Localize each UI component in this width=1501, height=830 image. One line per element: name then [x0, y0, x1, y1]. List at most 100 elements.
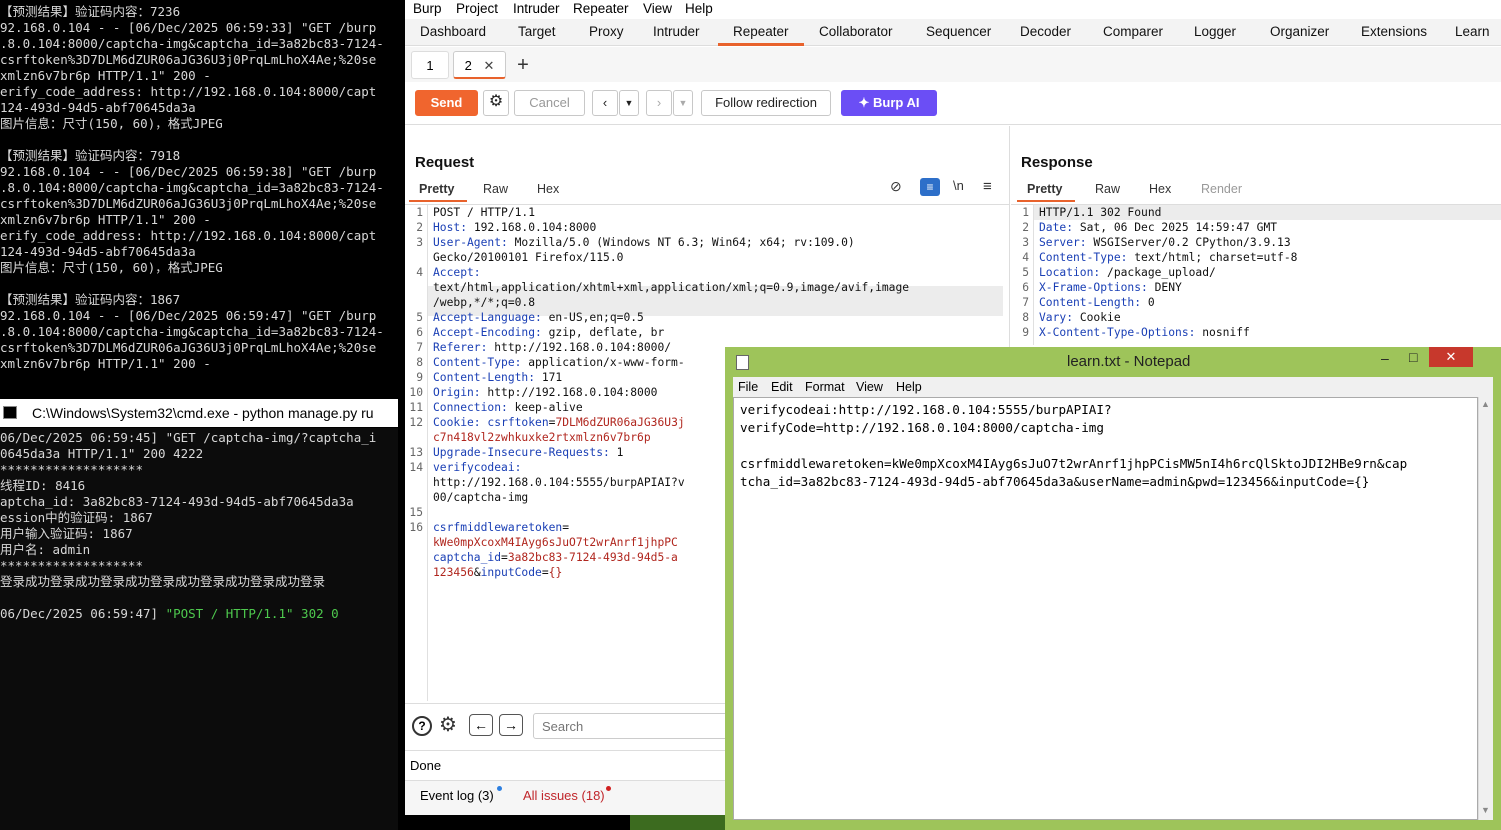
burp-ai-button[interactable]: ✦ Burp AI	[841, 90, 937, 116]
line-number: 8	[416, 356, 423, 369]
menu-view[interactable]: View	[643, 1, 672, 16]
response-tab-underline	[1017, 200, 1075, 202]
line-number: 9	[1022, 326, 1029, 339]
all-issues-link[interactable]: All issues (18)	[523, 788, 605, 803]
close-window-icon[interactable]: ✕	[1429, 347, 1473, 367]
forward-dropdown-button[interactable]: ▼	[673, 90, 693, 116]
terminal-line: 【预测结果】验证码内容：1867	[0, 292, 181, 307]
tab-dashboard[interactable]: Dashboard	[420, 24, 486, 39]
active-tab-indicator	[718, 43, 804, 46]
notepad-titlebar[interactable]: learn.txt - Notepad – □ ✕	[725, 347, 1501, 377]
tab-learn[interactable]: Learn	[1455, 24, 1490, 39]
back-dropdown-button[interactable]: ▼	[619, 90, 639, 116]
tab-collaborator[interactable]: Collaborator	[819, 24, 893, 39]
line-number: 12	[409, 416, 423, 429]
search-settings-gear-icon[interactable]: ⚙	[439, 712, 457, 737]
cancel-button[interactable]: Cancel	[514, 90, 585, 116]
forward-button[interactable]: ›	[646, 90, 672, 116]
terminal-line: 用户输入验证码: 1867	[0, 526, 133, 541]
request-title: Request	[415, 154, 475, 171]
tab-comparer[interactable]: Comparer	[1103, 24, 1163, 39]
line-number: 3	[1022, 236, 1029, 249]
terminal-line: *******************	[0, 558, 143, 573]
np-menu-view[interactable]: View	[856, 380, 883, 394]
follow-redirection-button[interactable]: Follow redirection	[701, 90, 831, 116]
terminal-line: xmlzn6v7br6p HTTP/1.1" 200 -	[0, 356, 211, 371]
request-tab-raw[interactable]: Raw	[483, 182, 508, 196]
search-prev-button[interactable]: ←	[469, 714, 493, 736]
tab-decoder[interactable]: Decoder	[1020, 24, 1071, 39]
response-tab-render[interactable]: Render	[1201, 182, 1242, 196]
terminal-line: 用户名: admin	[0, 542, 91, 557]
wrap-icon[interactable]: ≡	[920, 178, 940, 196]
tab-proxy[interactable]: Proxy	[589, 24, 624, 39]
line-number: 14	[409, 461, 423, 474]
line-number: 4	[416, 266, 423, 279]
np-menu-file[interactable]: File	[738, 380, 758, 394]
request-tab-underline	[409, 200, 467, 202]
np-menu-format[interactable]: Format	[805, 380, 845, 394]
np-menu-help[interactable]: Help	[896, 380, 922, 394]
notepad-scrollbar[interactable]: ▲ ▼	[1478, 397, 1493, 820]
tab-extensions[interactable]: Extensions	[1361, 24, 1427, 39]
tab-sequencer[interactable]: Sequencer	[926, 24, 991, 39]
back-button[interactable]: ‹	[592, 90, 618, 116]
cancel-label: Cancel	[529, 95, 570, 110]
tab-intruder[interactable]: Intruder	[653, 24, 700, 39]
newline-icon[interactable]: \n	[953, 178, 964, 193]
tab-target[interactable]: Target	[518, 24, 556, 39]
tab-repeater[interactable]: Repeater	[733, 24, 789, 39]
response-tab-raw[interactable]: Raw	[1095, 182, 1120, 196]
menu-burp[interactable]: Burp	[413, 1, 442, 16]
menu-project[interactable]: Project	[456, 1, 498, 16]
response-tab-hex[interactable]: Hex	[1149, 182, 1171, 196]
response-editor[interactable]: HTTP/1.1 302 Found Date: Sat, 06 Dec 202…	[1039, 205, 1297, 340]
terminal-line: csrftoken%3D7DLM6dZUR06aJG36U3j0PrqLmLho…	[0, 196, 377, 211]
cmd-title-text: C:\Windows\System32\cmd.exe - python man…	[32, 405, 374, 421]
line-number: 2	[1022, 221, 1029, 234]
request-tab-pretty[interactable]: Pretty	[419, 182, 454, 196]
repeater-tab-2[interactable]: 2 ✕	[453, 51, 506, 79]
event-log-link[interactable]: Event log (3)	[420, 788, 494, 803]
notepad-title: learn.txt - Notepad	[1067, 353, 1191, 370]
np-menu-edit[interactable]: Edit	[771, 380, 793, 394]
line-number: 5	[416, 311, 423, 324]
tab-logger[interactable]: Logger	[1194, 24, 1236, 39]
request-tab-hex[interactable]: Hex	[537, 182, 559, 196]
scroll-down-icon[interactable]: ▼	[1481, 805, 1490, 815]
notepad-icon	[736, 355, 749, 370]
terminal-line: aptcha_id: 3a82bc83-7124-493d-94d5-abf70…	[0, 494, 354, 509]
notepad-menubar: File Edit Format View Help	[733, 377, 1493, 397]
search-next-button[interactable]: →	[499, 714, 523, 736]
settings-gear-button[interactable]: ⚙	[483, 90, 509, 116]
search-input[interactable]	[533, 713, 733, 739]
terminal-line: erify_code_address: http://192.168.0.104…	[0, 228, 377, 243]
terminal-line: 线程ID: 8416	[0, 478, 86, 493]
tab-organizer[interactable]: Organizer	[1270, 24, 1329, 39]
response-tab-pretty[interactable]: Pretty	[1027, 182, 1062, 196]
menu-icon[interactable]: ≡	[983, 178, 992, 195]
maximize-icon[interactable]: □	[1409, 349, 1417, 365]
terminal-line: 92.168.0.104 - - [06/Dec/2025 06:59:47] …	[0, 308, 377, 323]
close-tab-icon[interactable]: ✕	[483, 58, 494, 73]
repeater-tab-1[interactable]: 1	[411, 51, 449, 79]
add-tab-icon[interactable]: +	[511, 51, 535, 79]
cmd-window-title[interactable]: C:\Windows\System32\cmd.exe - python man…	[0, 399, 398, 427]
menu-help[interactable]: Help	[685, 1, 713, 16]
scroll-up-icon[interactable]: ▲	[1481, 399, 1490, 409]
hide-icon[interactable]: ⊘	[890, 178, 902, 195]
send-button[interactable]: Send	[415, 90, 478, 116]
terminal-line: 图片信息：尺寸(150, 60)，格式JPEG	[0, 260, 223, 275]
notepad-text[interactable]: verifycodeai:http://192.168.0.104:5555/b…	[740, 401, 1407, 491]
response-title: Response	[1021, 154, 1093, 171]
menu-intruder[interactable]: Intruder	[513, 1, 560, 16]
help-icon[interactable]: ?	[412, 716, 432, 736]
minimize-icon[interactable]: –	[1381, 350, 1389, 366]
notepad-editor[interactable]: verifycodeai:http://192.168.0.104:5555/b…	[733, 397, 1478, 820]
terminal-line: .8.0.104:8000/captcha-img&captcha_id=3a8…	[0, 180, 384, 195]
menu-repeater[interactable]: Repeater	[573, 1, 629, 16]
terminal-line: xmlzn6v7br6p HTTP/1.1" 200 -	[0, 212, 211, 227]
line-number: 9	[416, 371, 423, 384]
